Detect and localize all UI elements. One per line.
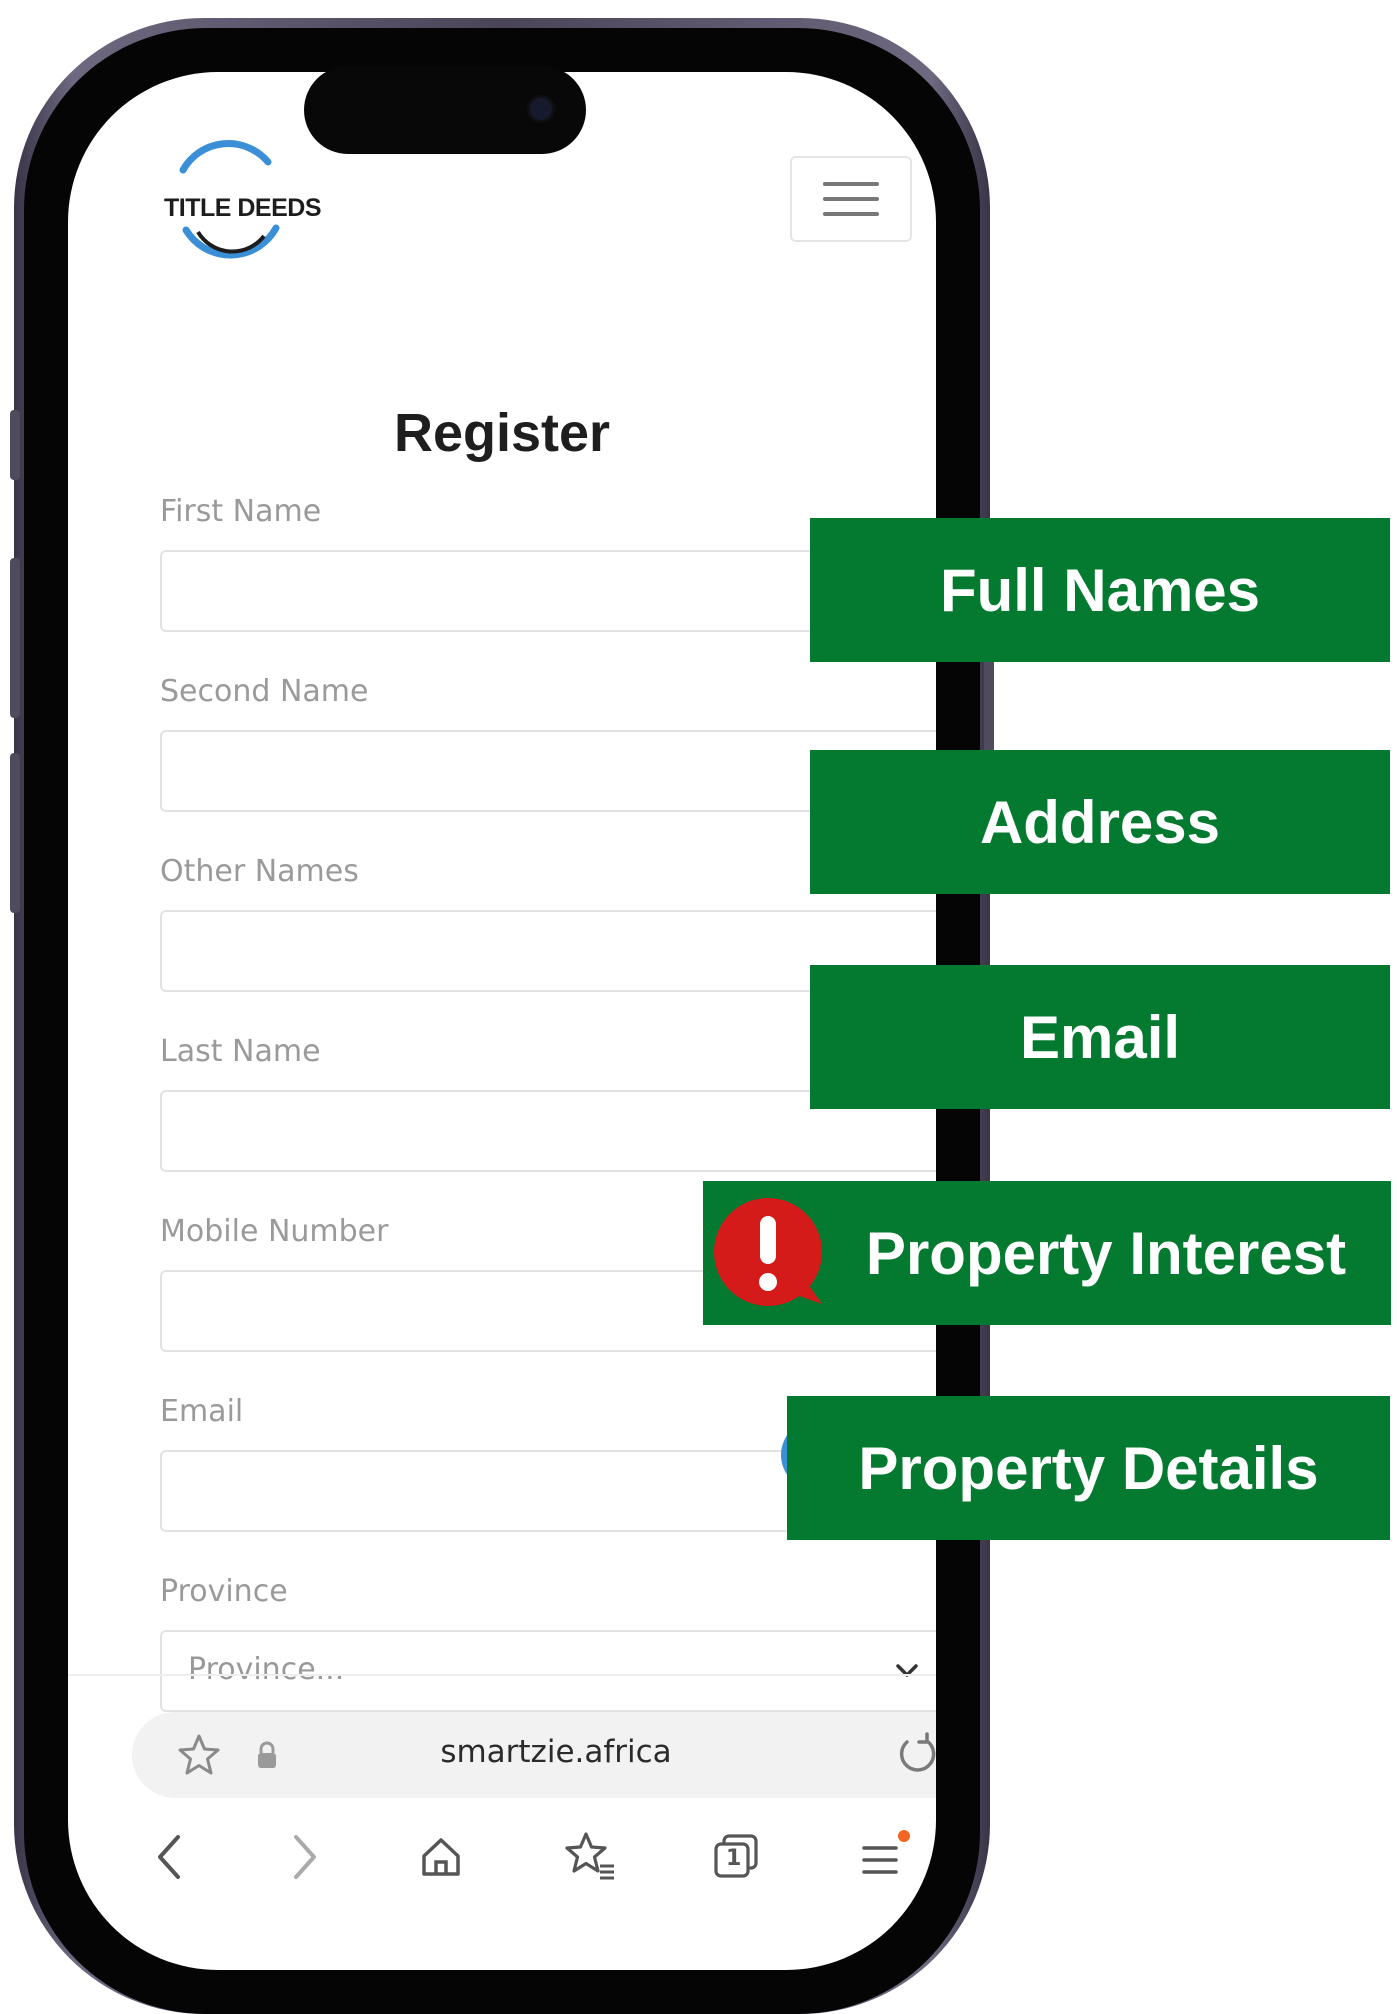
callout-email: Email: [810, 965, 1390, 1109]
province-select[interactable]: Province...: [160, 1630, 936, 1712]
callout-address: Address: [810, 750, 1390, 894]
forward-arrow-icon[interactable]: [284, 1832, 324, 1882]
volume-down-button: [10, 753, 20, 913]
address-bar[interactable]: smartzie.africa: [132, 1712, 936, 1798]
url-text: smartzie.africa: [440, 1734, 672, 1770]
page-title: Register: [393, 403, 611, 463]
callout-full-names: Full Names: [810, 518, 1390, 662]
tab-count: 1: [726, 1846, 742, 1871]
other-names-label: Other Names: [160, 854, 359, 889]
browser-menu-icon[interactable]: [858, 1828, 912, 1882]
action-button: [10, 410, 20, 480]
mobile-number-label: Mobile Number: [160, 1214, 389, 1249]
reload-icon[interactable]: [894, 1732, 936, 1778]
last-name-label: Last Name: [160, 1034, 321, 1069]
browser-divider: [68, 1674, 936, 1676]
exclamation-alert-icon: [714, 1198, 822, 1306]
volume-up-button: [10, 558, 20, 718]
menu-icon: [823, 182, 879, 186]
province-select-placeholder: Province...: [188, 1652, 345, 1687]
hamburger-menu-button[interactable]: [790, 156, 912, 242]
tabs-icon[interactable]: 1: [710, 1832, 764, 1882]
bookmarks-icon[interactable]: [562, 1830, 618, 1884]
email-label: Email: [160, 1394, 244, 1429]
home-icon[interactable]: [416, 1832, 466, 1882]
dynamic-island: [304, 66, 586, 154]
logo-text: TITLE DEEDS: [164, 194, 322, 222]
first-name-label: First Name: [160, 494, 322, 529]
province-label: Province: [160, 1574, 288, 1609]
camera-icon: [530, 98, 552, 120]
back-arrow-icon[interactable]: [150, 1832, 190, 1882]
phone-screen: TITLE DEEDS Register First Name Second N…: [68, 72, 936, 1970]
callout-property-details: Property Details: [787, 1396, 1390, 1540]
chevron-down-icon: [896, 1664, 918, 1677]
second-name-label: Second Name: [160, 674, 369, 709]
